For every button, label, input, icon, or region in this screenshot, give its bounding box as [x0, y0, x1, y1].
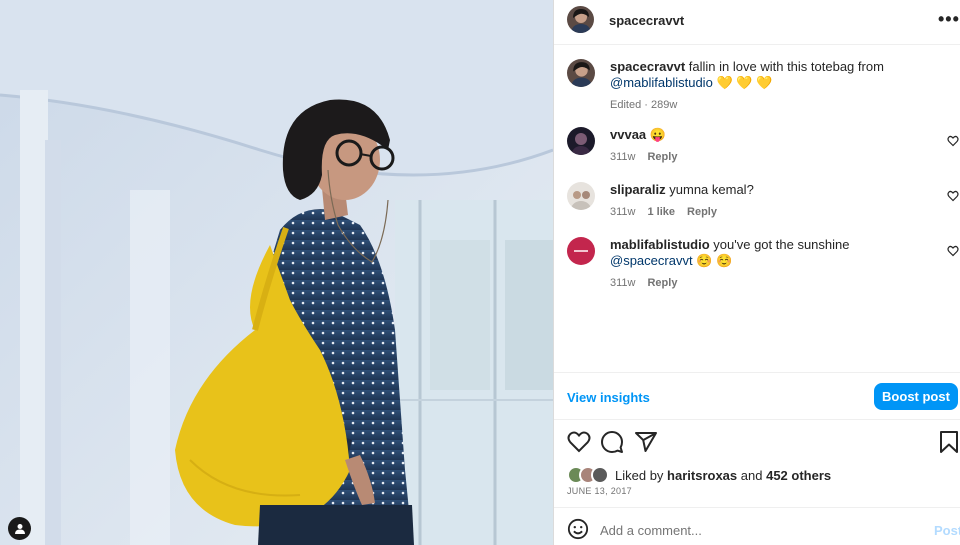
reply-button[interactable]: Reply	[687, 204, 717, 220]
view-insights-link[interactable]: View insights	[567, 390, 650, 405]
comment-age: 311w	[610, 277, 636, 289]
heart-icon[interactable]	[567, 430, 591, 454]
comment-text: 😛	[649, 127, 666, 142]
caption-avatar[interactable]	[567, 59, 595, 87]
post-image	[0, 0, 553, 545]
comment-input[interactable]	[600, 523, 880, 538]
post-photo[interactable]	[0, 0, 553, 545]
post-details-panel: spacecravvt ••• spacecravvt fallin in lo…	[553, 0, 960, 545]
comment-emoji: ☺️ ☺️	[696, 253, 733, 268]
comment-username[interactable]: sliparaliz	[610, 182, 666, 197]
bookmark-icon[interactable]	[937, 430, 960, 454]
comment-age: 311w	[610, 151, 636, 163]
post-comment-button[interactable]: Post	[934, 523, 960, 538]
liked-by-others[interactable]: 452 others	[766, 468, 831, 483]
post-date: JUNE 13, 2017	[567, 486, 632, 496]
comment-avatar[interactable]	[567, 127, 595, 155]
comment-text: you've got the sunshine	[713, 237, 850, 252]
caption-mention[interactable]: @mablifablistudio	[610, 75, 713, 90]
liked-by-user[interactable]: haritsroxas	[667, 468, 737, 483]
comment-username[interactable]: vvvaa	[610, 127, 646, 142]
heart-icon[interactable]	[947, 245, 959, 257]
caption-edited: Edited · 289w	[610, 99, 678, 111]
post-header: spacecravvt •••	[554, 0, 960, 45]
comment-avatar[interactable]	[567, 237, 595, 265]
insights-bar: View insights Boost post	[554, 372, 960, 420]
caption-username[interactable]: spacecravvt	[610, 59, 685, 74]
liked-by-connector: and	[740, 468, 763, 483]
liker-avatars[interactable]	[567, 466, 611, 484]
post-actions	[554, 430, 960, 456]
reply-button[interactable]: Reply	[647, 275, 677, 291]
comment-icon[interactable]	[600, 430, 624, 454]
comment-text: yumna kemal?	[669, 182, 754, 197]
add-comment-bar: Post	[554, 507, 960, 545]
likes-summary: Liked by haritsroxas and 452 others	[567, 466, 960, 486]
tagged-users-button[interactable]	[8, 517, 31, 540]
more-options-icon[interactable]: •••	[938, 10, 960, 28]
comment-likes[interactable]: 1 like	[647, 204, 675, 220]
comment-avatar[interactable]	[567, 182, 595, 210]
liked-by-prefix: Liked by	[615, 468, 664, 483]
author-username[interactable]: spacecravvt	[609, 13, 684, 28]
comment-mention[interactable]: @spacecravvt	[610, 253, 693, 268]
heart-icon[interactable]	[947, 135, 959, 147]
author-avatar[interactable]	[567, 6, 594, 33]
heart-icon[interactable]	[947, 190, 959, 202]
user-tag-icon	[14, 523, 25, 534]
emoji-icon[interactable]	[567, 518, 589, 540]
comment-age: 311w	[610, 206, 636, 218]
caption-text: fallin in love with this totebag from	[688, 59, 884, 74]
boost-post-button[interactable]: Boost post	[874, 383, 958, 410]
comment-username[interactable]: mablifablistudio	[610, 237, 710, 252]
share-icon[interactable]	[634, 430, 658, 454]
caption-emoji: 💛 💛 💛	[716, 75, 773, 90]
reply-button[interactable]: Reply	[647, 149, 677, 165]
